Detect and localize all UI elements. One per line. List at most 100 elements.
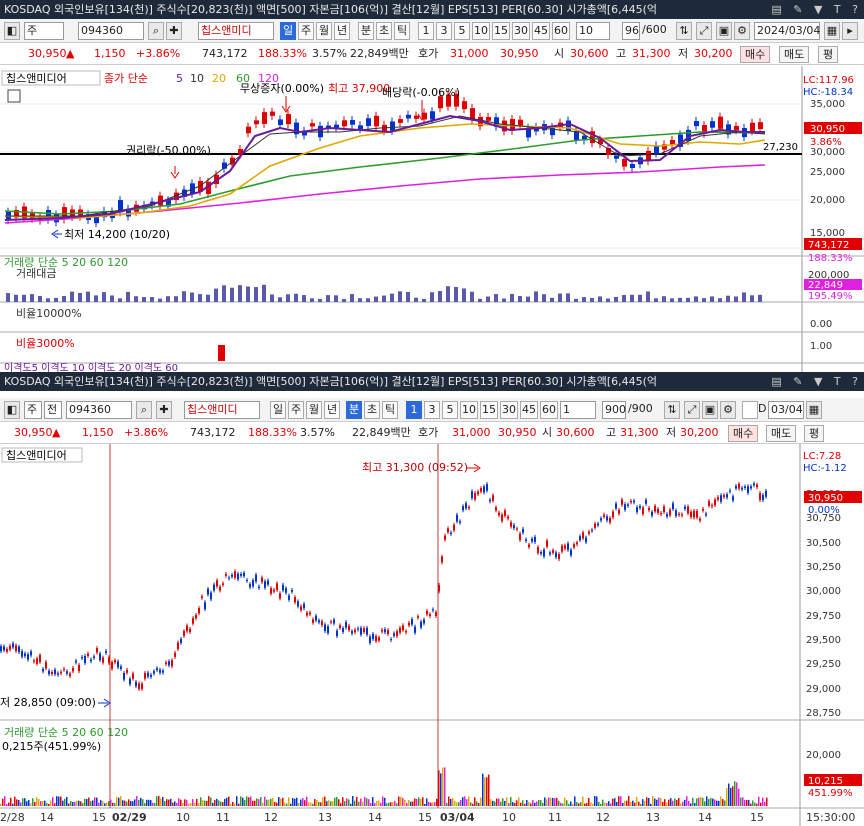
compare-icon[interactable]: ⇅ [676, 22, 692, 40]
period-month[interactable]: 월 [306, 401, 322, 419]
num-3[interactable]: 3 [424, 401, 440, 419]
volume-bar [188, 803, 190, 806]
stock-name[interactable]: 칩스앤미디 [198, 22, 274, 40]
count-input[interactable]: 900 [602, 401, 626, 419]
num-45[interactable]: 45 [520, 401, 538, 419]
calendar-icon[interactable]: ▦ [806, 401, 822, 419]
window-controls[interactable]: ▤ ✎ ▼ T ? [771, 0, 862, 19]
num-5[interactable]: 5 [442, 401, 458, 419]
num-60[interactable]: 60 [552, 22, 570, 40]
code-input[interactable]: 094360 [78, 22, 144, 40]
stock-name[interactable]: 칩스앤미디 [184, 401, 260, 419]
minute-candle [480, 488, 482, 492]
volume-bar [576, 802, 578, 806]
window-controls[interactable]: ▤ ✎ ▼ T ? [771, 372, 862, 391]
period-day[interactable]: 일 [270, 401, 286, 419]
num-15[interactable]: 15 [480, 401, 498, 419]
period-day[interactable]: 일 [280, 22, 296, 40]
grid-toggle-icon[interactable] [7, 89, 21, 103]
num-45[interactable]: 45 [532, 22, 550, 40]
d-checkbox[interactable] [742, 401, 758, 419]
count-input[interactable]: 96 [622, 22, 640, 40]
num-10[interactable]: 10 [460, 401, 478, 419]
period-month[interactable]: 월 [316, 22, 332, 40]
volume-bar [146, 799, 148, 806]
menu-icon[interactable]: ◧ [4, 22, 20, 40]
num-10[interactable]: 10 [472, 22, 490, 40]
volume-bar [708, 799, 710, 806]
period-week[interactable]: 주 [298, 22, 314, 40]
volume-bar [78, 800, 80, 806]
num-1[interactable]: 1 [418, 22, 434, 40]
volume-bar [260, 797, 262, 806]
num-30[interactable]: 30 [512, 22, 530, 40]
calendar-icon[interactable]: ▦ [824, 22, 840, 40]
minute-candle [84, 656, 86, 664]
menu-icon[interactable]: ◧ [4, 401, 20, 419]
num-30[interactable]: 30 [500, 401, 518, 419]
eval-button[interactable]: 평 [804, 425, 825, 442]
minute-candle [366, 627, 368, 635]
volume-bar [564, 797, 566, 806]
x-label: 14 [698, 811, 712, 824]
minute-candle [411, 619, 413, 625]
amount-bar [502, 298, 506, 302]
save-icon[interactable]: ▣ [716, 22, 732, 40]
minute-candle [486, 484, 488, 491]
minute-candle [153, 671, 155, 674]
interval-select[interactable]: 1 [560, 401, 596, 419]
volume-bar [502, 798, 504, 806]
volume-bar [350, 803, 352, 806]
sell-button[interactable]: 매도 [779, 46, 810, 63]
save-icon[interactable]: ▣ [702, 401, 718, 419]
y-tick: 28,750 [806, 708, 841, 719]
volume-bar [346, 798, 348, 806]
volume-bar [328, 800, 330, 806]
volume-bar [574, 796, 576, 806]
market-select[interactable]: 주 [24, 401, 42, 419]
open-price: 30,600 [570, 47, 609, 60]
search-icon[interactable]: ⌕ [136, 401, 152, 419]
volume-bar [712, 798, 714, 806]
period-min[interactable]: 분 [358, 22, 374, 40]
num-3[interactable]: 3 [436, 22, 452, 40]
period-year[interactable]: 년 [324, 401, 340, 419]
period-year[interactable]: 년 [334, 22, 350, 40]
minute-candle [336, 630, 338, 637]
volume-bar [716, 800, 718, 806]
compare-icon[interactable]: ⇅ [664, 401, 680, 419]
date-input[interactable]: 2024/03/04 [754, 22, 820, 40]
minute-candle [591, 529, 593, 531]
num-60[interactable]: 60 [540, 401, 558, 419]
period-sec[interactable]: 초 [376, 22, 392, 40]
gear-icon[interactable]: ⚙ [734, 22, 750, 40]
buy-button[interactable]: 매수 [728, 425, 759, 442]
next-icon[interactable]: ▸ [842, 22, 858, 40]
pin-icon[interactable]: ✚ [156, 401, 172, 419]
tool-icon[interactable]: ⤢ [684, 401, 700, 419]
period-week[interactable]: 주 [288, 401, 304, 419]
period-tick[interactable]: 틱 [382, 401, 398, 419]
buy-button[interactable]: 매수 [740, 46, 771, 63]
market-select[interactable]: 주 [24, 22, 64, 40]
gear-icon[interactable]: ⚙ [720, 401, 736, 419]
period-min[interactable]: 분 [346, 401, 362, 419]
period-tick[interactable]: 틱 [394, 22, 410, 40]
search-icon[interactable]: ⌕ [148, 22, 164, 40]
volume-bar [170, 798, 172, 806]
pin-icon[interactable]: ✚ [166, 22, 182, 40]
eval-button[interactable]: 평 [818, 46, 839, 63]
num-5[interactable]: 5 [454, 22, 470, 40]
tool-icon[interactable]: ⤢ [696, 22, 712, 40]
side-select[interactable]: 전 [44, 401, 62, 419]
num-1[interactable]: 1 [406, 401, 422, 419]
sell-button[interactable]: 매도 [766, 425, 797, 442]
interval-select[interactable]: 10 [576, 22, 610, 40]
volume-bar [340, 803, 342, 806]
code-input[interactable]: 094360 [66, 401, 132, 419]
minute-candle [759, 493, 761, 500]
date-input[interactable]: 03/04 [768, 401, 804, 419]
num-15[interactable]: 15 [492, 22, 510, 40]
period-sec[interactable]: 초 [364, 401, 380, 419]
amount-bar [318, 298, 322, 302]
